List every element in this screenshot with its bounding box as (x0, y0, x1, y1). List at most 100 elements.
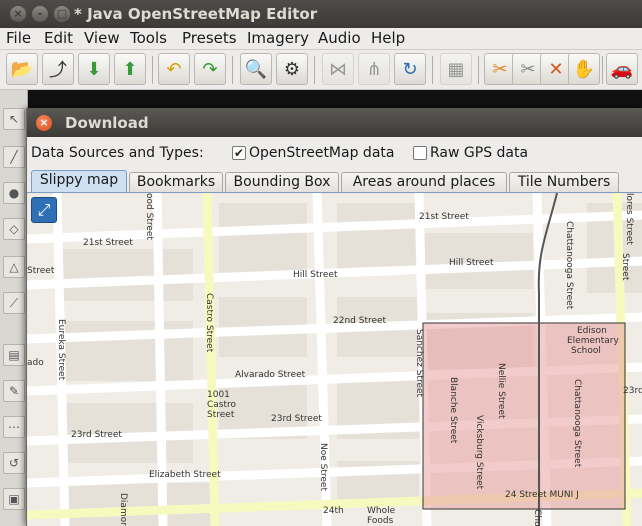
poi-label: Foods (367, 516, 394, 526)
layers-icon[interactable]: ▤ (3, 344, 25, 366)
poi-label: School (571, 346, 601, 356)
orthogonalize-icon[interactable]: ↻ (394, 53, 426, 85)
map-label: Diamond (118, 493, 128, 526)
map-label: Alvarado Street (235, 370, 306, 380)
toolbar-separator (602, 56, 603, 84)
gps-data-label[interactable]: Raw GPS data (430, 145, 528, 161)
map-label: Street (620, 253, 630, 281)
left-tool-panel: ↖ ╱ ● ◇ △ ⟋ ▤ ✎ ⋯ ↺ ▣ (0, 90, 28, 526)
map-label: 21st Street (83, 238, 133, 248)
area-tool-icon[interactable]: △ (3, 256, 25, 278)
poi-label: Elementary (567, 336, 619, 346)
data-sources-label: Data Sources and Types: (31, 145, 204, 161)
map-label: Hill Street (449, 258, 494, 268)
osm-data-label[interactable]: OpenStreetMap data (249, 145, 394, 161)
node-tool-icon[interactable]: ◇ (3, 218, 25, 240)
car-icon[interactable]: 🚗 (606, 53, 638, 85)
toolbar-separator (478, 56, 479, 84)
history-icon[interactable]: ↺ (3, 452, 25, 474)
map-label: Chattanooga Street (564, 221, 574, 310)
combine-way-icon[interactable]: ⋈ (322, 53, 354, 85)
preferences-icon[interactable]: ⚙ (276, 53, 308, 85)
redo-icon[interactable]: ↷ (194, 53, 226, 85)
poi-label: Edison (577, 326, 607, 336)
toolbar-separator (432, 56, 433, 84)
map-label: 21st Street (419, 212, 469, 222)
download-icon[interactable]: ⬇ (78, 53, 110, 85)
window-title: * Java OpenStreetMap Editor (74, 5, 318, 23)
slippy-map-view[interactable]: 21st Street 21st Street Hill Street Hill… (27, 192, 642, 526)
main-toolbar: 📂 ⤴ ⬇ ⬆ ↶ ↷ 🔍 ⚙ ⋈ ⋔ ↻ ▦ ✂ ✂ ✕ ✋ 🚗 (0, 50, 642, 90)
poi-label: Whole (367, 506, 396, 516)
menu-edit[interactable]: Edit (44, 29, 73, 47)
poi-label: 1001 (207, 390, 230, 400)
map-paint-icon[interactable]: ▣ (3, 488, 25, 510)
blank-icon[interactable]: ▦ (440, 53, 472, 85)
open-icon[interactable]: 📂 (6, 53, 38, 85)
map-label: 22nd Street (333, 316, 387, 326)
map-tiles: 21st Street 21st Street Hill Street Hill… (27, 193, 642, 526)
map-label: 23rd Street (71, 430, 122, 440)
properties-icon[interactable]: ✎ (3, 380, 25, 402)
tab-tile-numbers[interactable]: Tile Numbers (509, 172, 619, 192)
map-label: Elizabeth Street (149, 470, 221, 480)
menu-help[interactable]: Help (371, 29, 405, 47)
window-maximize-button[interactable]: □ (54, 6, 70, 22)
pan-hand-icon[interactable]: ✋ (568, 53, 600, 85)
map-label: Eureka Street (56, 319, 66, 381)
map-label: Hill Street (293, 270, 338, 280)
window-minimize-button[interactable]: – (32, 6, 48, 22)
menu-imagery[interactable]: Imagery (247, 29, 309, 47)
tab-areas-around-places[interactable]: Areas around places (341, 172, 507, 192)
split-way-icon[interactable]: ⋔ (358, 53, 390, 85)
menu-file[interactable]: File (6, 29, 31, 47)
map-label: Castro Street (204, 293, 214, 353)
menu-bar: File Edit View Tools Presets Imagery Aud… (0, 28, 642, 50)
poi-label: 23rd (623, 386, 642, 396)
tab-bounding-box[interactable]: Bounding Box (225, 172, 339, 192)
fullscreen-toggle-icon[interactable]: ⤢ (31, 197, 57, 223)
download-dialog: × Download Data Sources and Types: ✔ Ope… (26, 108, 642, 526)
dialog-close-button[interactable]: × (36, 115, 52, 131)
map-label: 24 Street MUNI J (505, 490, 579, 500)
upload-arrow-icon[interactable]: ⤴ (42, 53, 74, 85)
window-close-button[interactable]: × (10, 6, 26, 22)
toolbar-separator (314, 56, 315, 84)
map-label: Sanchez Street (414, 329, 424, 398)
map-label: Nellie Street (496, 363, 506, 419)
toolbar-separator (152, 56, 153, 84)
map-label: Chattanooga Street (572, 379, 582, 468)
map-label: Blanche Street (448, 377, 458, 444)
menu-presets[interactable]: Presets (182, 29, 237, 47)
download-tabs: Slippy map Bookmarks Bounding Box Areas … (27, 170, 642, 192)
map-label: Church (532, 509, 542, 526)
gps-data-checkbox[interactable] (413, 146, 427, 160)
zoom-icon[interactable]: 🔍 (240, 53, 272, 85)
dialog-titlebar: × Download (27, 108, 642, 137)
tab-slippy-map[interactable]: Slippy map (31, 170, 127, 192)
map-label: Vicksburg Street (474, 415, 484, 490)
menu-audio[interactable]: Audio (318, 29, 361, 47)
menu-view[interactable]: View (84, 29, 120, 47)
relations-icon[interactable]: ⋯ (3, 416, 25, 438)
undo-icon[interactable]: ↶ (158, 53, 190, 85)
poi-label: Castro (207, 400, 237, 410)
map-label: Street (27, 266, 55, 276)
map-label: 24th (323, 506, 344, 516)
upload-icon[interactable]: ⬆ (114, 53, 146, 85)
way-tool-icon[interactable]: ⟋ (3, 292, 25, 314)
menu-tools[interactable]: Tools (130, 29, 167, 47)
dialog-title: Download (65, 114, 149, 132)
tab-bookmarks[interactable]: Bookmarks (129, 172, 223, 192)
map-label: 23rd Street (271, 414, 322, 424)
poi-label: Street (207, 410, 235, 420)
map-label: Noe Street (318, 443, 328, 491)
poi-label: lores Street (624, 193, 634, 245)
zoom-tool-icon[interactable]: ● (3, 182, 25, 204)
draw-tool-icon[interactable]: ╱ (3, 146, 25, 168)
window-titlebar: × – □ * Java OpenStreetMap Editor (0, 0, 642, 28)
osm-data-checkbox[interactable]: ✔ (232, 146, 246, 160)
select-tool-icon[interactable]: ↖ (3, 108, 25, 130)
toolbar-separator (232, 56, 233, 84)
poi-label: ood Street (144, 193, 154, 240)
